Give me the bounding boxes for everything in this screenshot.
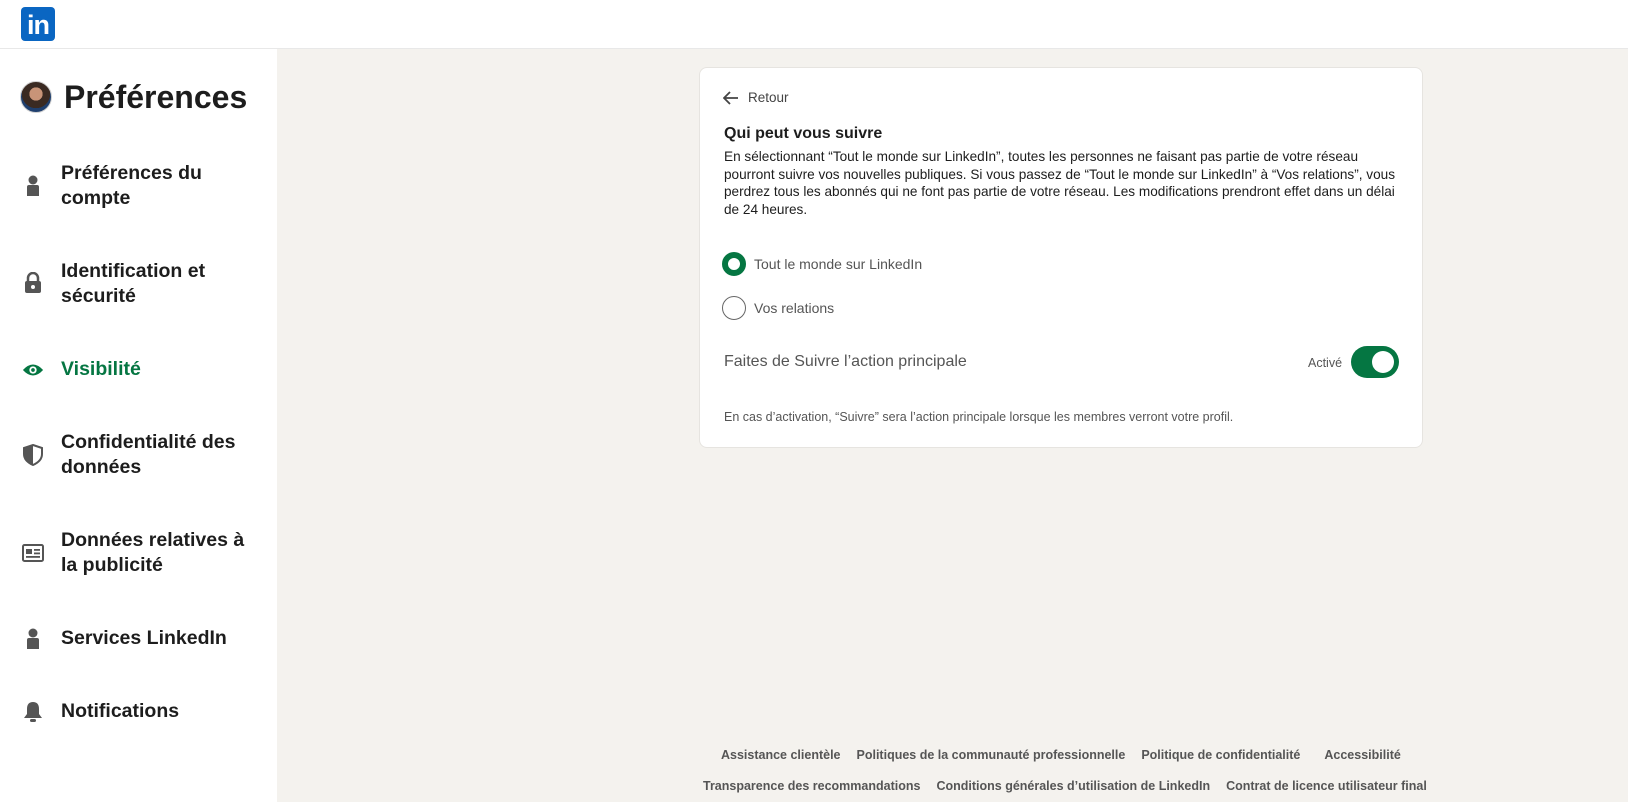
radio-button-checked[interactable] (722, 252, 746, 276)
top-bar: in (0, 0, 1628, 49)
toggle-knob (1372, 351, 1394, 373)
follow-primary-toggle[interactable] (1351, 346, 1399, 378)
sidebar-title: Préférences (64, 78, 248, 115)
footer-link[interactable]: Conditions générales d’utilisation de Li… (936, 779, 1210, 793)
avatar[interactable] (20, 81, 52, 113)
sidebar-item-advertising-data[interactable]: Données relatives à la publicité (0, 528, 277, 578)
radio-label: Tout le monde sur LinkedIn (754, 256, 923, 272)
bell-icon (22, 701, 44, 723)
sidebar: Préférences Préférences du compte Identi… (0, 49, 277, 802)
section-description: En sélectionnant “Tout le monde sur Link… (724, 149, 1395, 217)
sidebar-item-linkedin-services[interactable]: Services LinkedIn (0, 626, 277, 652)
sidebar-item-security[interactable]: Identification et sécurité (0, 259, 277, 309)
person-icon (22, 628, 44, 650)
toggle-status: Activé (1308, 356, 1343, 370)
footer-link[interactable]: Politique de confidentialité (1141, 748, 1300, 762)
person-icon (22, 175, 44, 197)
footer-link[interactable]: Accessibilité (1324, 748, 1400, 762)
footer-link[interactable]: Transparence des recommandations (703, 779, 920, 793)
sidebar-header: Préférences (20, 75, 247, 119)
shield-icon (22, 444, 44, 466)
radio-button[interactable] (722, 296, 746, 320)
sidebar-item-label: Confidentialité des données (61, 431, 236, 478)
footer-link[interactable]: Politiques de la communauté professionne… (857, 748, 1126, 762)
radio-label: Vos relations (754, 300, 835, 316)
section-title: Qui peut vous suivre (724, 125, 883, 142)
sidebar-item-label: Préférences du compte (61, 162, 202, 209)
sidebar-item-label: Identification et sécurité (61, 260, 206, 307)
footer-links-row-1: Assistance clientèle Politiques de la co… (721, 748, 1401, 762)
toggle-label: Faites de Suivre l’action principale (724, 353, 967, 370)
sidebar-item-data-privacy[interactable]: Confidentialité des données (0, 430, 277, 480)
footer-link[interactable]: Assistance clientèle (721, 748, 841, 762)
sidebar-item-account-preferences[interactable]: Préférences du compte (0, 161, 277, 211)
back-label: Retour (748, 90, 789, 105)
sidebar-item-label: Services LinkedIn (61, 627, 227, 649)
sidebar-item-label: Données relatives à la publicité (61, 529, 245, 576)
linkedin-logo[interactable]: in (21, 7, 55, 41)
eye-icon (22, 359, 44, 381)
sidebar-item-label: Notifications (61, 700, 180, 722)
sidebar-item-label: Visibilité (61, 358, 141, 380)
radio-option-everyone[interactable]: Tout le monde sur LinkedIn (722, 252, 922, 276)
back-button[interactable]: Retour (723, 90, 789, 105)
sidebar-item-notifications[interactable]: Notifications (0, 699, 277, 725)
footer-links-row-2: Transparence des recommandations Conditi… (703, 779, 1427, 793)
toggle-note: En cas d’activation, “Suivre” sera l’act… (724, 410, 1234, 424)
sidebar-item-visibility[interactable]: Visibilité (0, 357, 277, 383)
settings-card: Retour Qui peut vous suivre En sélection… (699, 67, 1423, 448)
footer-link[interactable]: Contrat de licence utilisateur final (1226, 779, 1427, 793)
newspaper-icon (22, 542, 44, 564)
arrow-left-icon (723, 90, 738, 105)
radio-option-connections[interactable]: Vos relations (722, 296, 834, 320)
lock-icon (22, 272, 44, 294)
